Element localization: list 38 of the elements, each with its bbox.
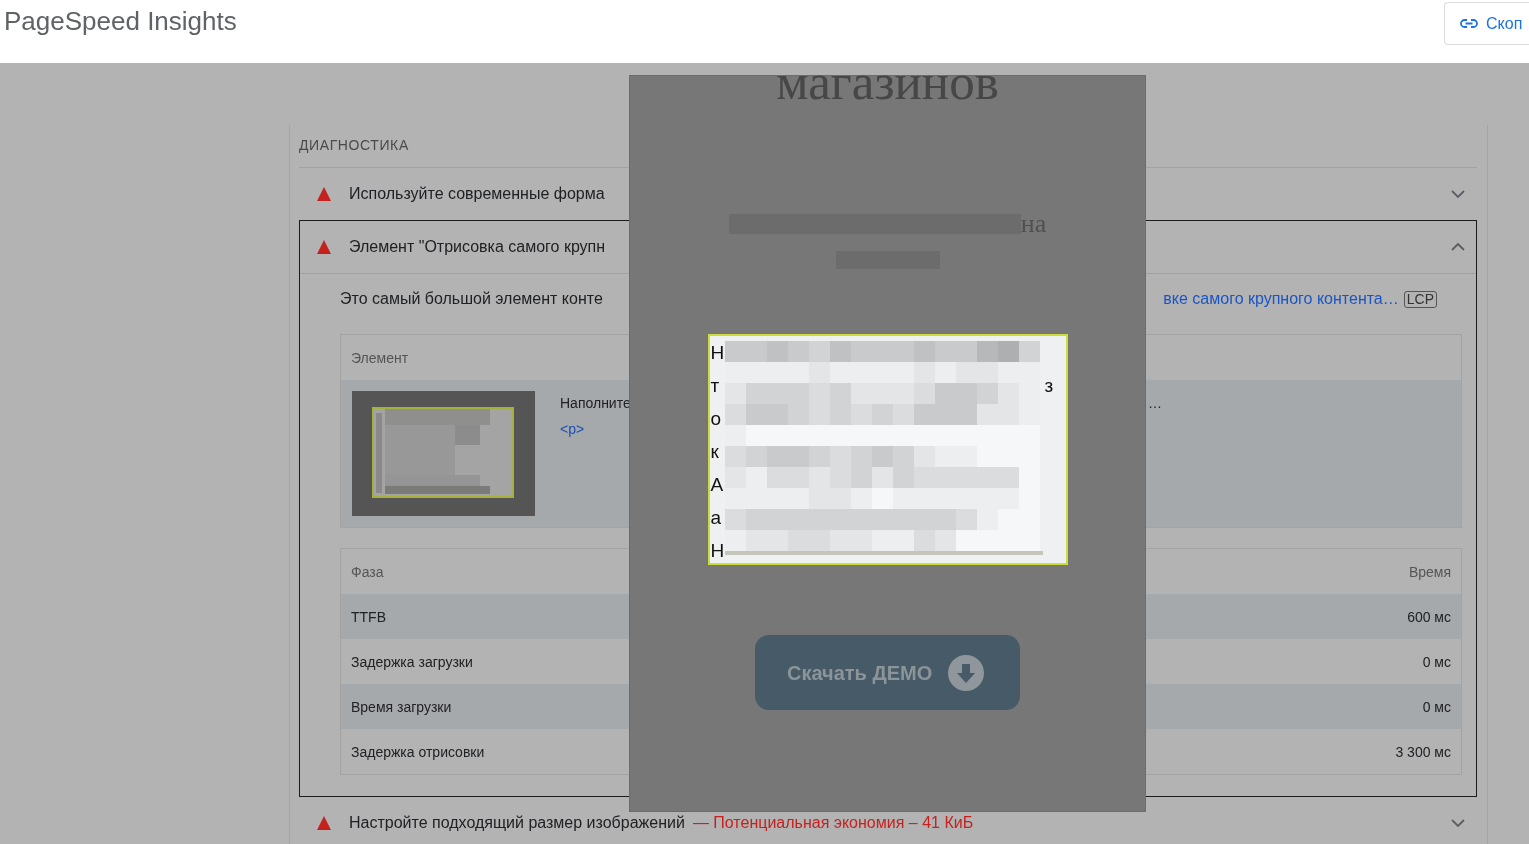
demo-download-button[interactable]: Скачать ДЕМО bbox=[755, 635, 1020, 710]
time-cell: 0 мс bbox=[1422, 697, 1451, 716]
text-fragment: Н bbox=[710, 341, 725, 365]
phase-cell: Задержка отрисовки bbox=[351, 742, 485, 761]
audit-title: Элемент "Отрисовка самого крупн bbox=[349, 237, 606, 257]
phase-cell: Время загрузки bbox=[351, 697, 452, 716]
chevron-up-icon[interactable] bbox=[1451, 243, 1465, 251]
snippet-ellipsis: … bbox=[1148, 394, 1162, 412]
audit-title: Используйте современные форма bbox=[349, 184, 605, 204]
time-cell: 3 300 мс bbox=[1395, 742, 1451, 761]
time-cell: 600 мс bbox=[1407, 607, 1451, 626]
text-fragment: к bbox=[710, 440, 720, 464]
column-header: Время bbox=[1408, 562, 1451, 581]
text-fragment: а bbox=[710, 506, 723, 530]
text-fragment: о bbox=[710, 407, 723, 431]
element-tag: <p> bbox=[560, 420, 585, 438]
text-fragment: з bbox=[1044, 375, 1054, 396]
column-header: Фаза bbox=[351, 562, 384, 581]
audit-title: Настройте подходящий размер изображений bbox=[349, 813, 685, 833]
text-fragment: т bbox=[710, 374, 721, 398]
chevron-down-icon[interactable] bbox=[1451, 190, 1465, 198]
app-title: PageSpeed Insights bbox=[4, 5, 237, 37]
learn-more-link[interactable]: вке самого крупного контента… bbox=[1163, 289, 1399, 309]
savings-text: — Потенциальная экономия – 41 КиБ bbox=[692, 813, 974, 833]
copy-link-button[interactable]: Скоп bbox=[1444, 2, 1529, 45]
phase-cell: Задержка загрузки bbox=[351, 652, 473, 671]
text-fragment: Н bbox=[710, 539, 725, 563]
chevron-down-icon[interactable] bbox=[1451, 819, 1465, 827]
section-heading: ДИАГНОСТИКА bbox=[299, 137, 409, 153]
text-fragment: А bbox=[710, 473, 725, 497]
element-snippet: Наполните bbox=[560, 394, 631, 412]
column-header: Элемент bbox=[351, 348, 409, 367]
audit-description: Это самый большой элемент конте bbox=[340, 289, 603, 309]
download-icon bbox=[948, 654, 985, 691]
link-icon bbox=[1460, 19, 1478, 28]
metric-badge: LCP bbox=[1403, 290, 1437, 308]
phase-cell: TTFB bbox=[351, 607, 386, 626]
time-cell: 0 мс bbox=[1422, 652, 1451, 671]
